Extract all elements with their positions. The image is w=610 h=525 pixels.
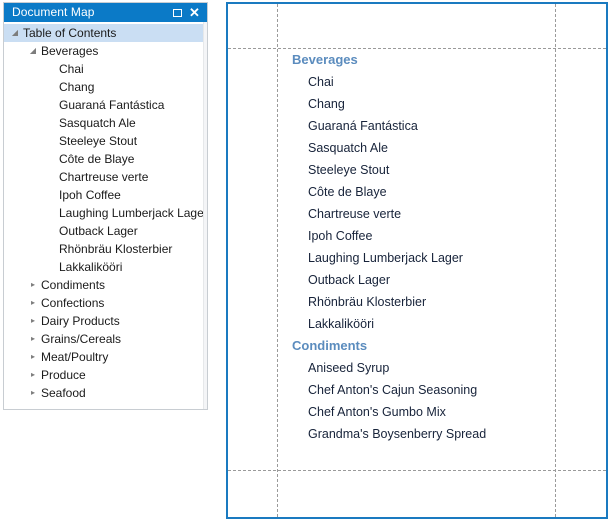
tree-item-label: Dairy Products: [41, 312, 120, 330]
tree-item[interactable]: ▸Condiments: [4, 276, 207, 294]
tree-item[interactable]: Ipoh Coffee: [4, 186, 207, 204]
tree-item-label: Seafood: [41, 384, 86, 402]
tree-item-label: Produce: [41, 366, 86, 384]
tree-item[interactable]: ▸Dairy Products: [4, 312, 207, 330]
expander-collapsed-icon[interactable]: ▸: [25, 299, 41, 307]
tree-item-label: Rhönbräu Klosterbier: [59, 240, 172, 258]
tree-item[interactable]: Steeleye Stout: [4, 132, 207, 150]
document-map-tree-container[interactable]: ◢Table of Contents◢BeveragesChaiChangGua…: [4, 22, 207, 409]
tree-item-label: Sasquatch Ale: [59, 114, 136, 132]
tree-item[interactable]: Lakkalikööri: [4, 258, 207, 276]
tree-item-label: Lakkalikööri: [59, 258, 122, 276]
expander-expanded-icon[interactable]: ◢: [25, 47, 41, 55]
report-category-heading[interactable]: Beverages: [278, 49, 606, 71]
report-preview-panel[interactable]: BeveragesChaiChangGuaraná FantásticaSasq…: [226, 2, 608, 519]
report-body: BeveragesChaiChangGuaraná FantásticaSasq…: [278, 49, 606, 517]
tree-item-label: Ipoh Coffee: [59, 186, 121, 204]
document-map-titlebar: Document Map ✕: [4, 3, 207, 22]
report-category-heading[interactable]: Condiments: [278, 335, 606, 357]
tree-item-label: Chai: [59, 60, 84, 78]
maximize-button[interactable]: [169, 4, 186, 21]
tree-item[interactable]: ◢Table of Contents: [4, 24, 207, 42]
tree-item[interactable]: Outback Lager: [4, 222, 207, 240]
close-button[interactable]: ✕: [186, 4, 203, 21]
tree-item[interactable]: Côte de Blaye: [4, 150, 207, 168]
tree-item[interactable]: Sasquatch Ale: [4, 114, 207, 132]
report-product-row[interactable]: Chef Anton's Gumbo Mix: [278, 401, 606, 423]
tree-item[interactable]: Chartreuse verte: [4, 168, 207, 186]
report-product-row[interactable]: Côte de Blaye: [278, 181, 606, 203]
expander-collapsed-icon[interactable]: ▸: [25, 389, 41, 397]
tree-item-label: Beverages: [41, 42, 98, 60]
tree-item-label: Table of Contents: [23, 24, 116, 42]
tree-item[interactable]: ▸Seafood: [4, 384, 207, 402]
expander-collapsed-icon[interactable]: ▸: [25, 335, 41, 343]
report-product-row[interactable]: Chartreuse verte: [278, 203, 606, 225]
tree-item-label: Guaraná Fantástica: [59, 96, 164, 114]
tree-item-label: Chang: [59, 78, 94, 96]
tree-item[interactable]: Rhönbräu Klosterbier: [4, 240, 207, 258]
expander-collapsed-icon[interactable]: ▸: [25, 371, 41, 379]
report-product-row[interactable]: Laughing Lumberjack Lager: [278, 247, 606, 269]
report-product-row[interactable]: Steeleye Stout: [278, 159, 606, 181]
tree-item[interactable]: ▸Meat/Poultry: [4, 348, 207, 366]
maximize-icon: [173, 9, 182, 17]
tree-item-label: Condiments: [41, 276, 105, 294]
tree-item[interactable]: Chang: [4, 78, 207, 96]
tree-item-label: Grains/Cereals: [41, 330, 121, 348]
tree-item[interactable]: Laughing Lumberjack Lager: [4, 204, 207, 222]
tree-item[interactable]: ▸Grains/Cereals: [4, 330, 207, 348]
report-product-row[interactable]: Guaraná Fantástica: [278, 115, 606, 137]
tree-item[interactable]: ▸Produce: [4, 366, 207, 384]
tree-item-label: Outback Lager: [59, 222, 138, 240]
tree-item-label: Chartreuse verte: [59, 168, 148, 186]
report-product-row[interactable]: Chang: [278, 93, 606, 115]
close-icon: ✕: [189, 6, 200, 19]
expander-collapsed-icon[interactable]: ▸: [25, 317, 41, 325]
tree-item-label: Confections: [41, 294, 104, 312]
tree-item[interactable]: Chai: [4, 60, 207, 78]
tree-item-label: Steeleye Stout: [59, 132, 137, 150]
tree-item[interactable]: ▸Confections: [4, 294, 207, 312]
report-product-row[interactable]: Sasquatch Ale: [278, 137, 606, 159]
document-map-tree: ◢Table of Contents◢BeveragesChaiChangGua…: [4, 22, 207, 402]
expander-collapsed-icon[interactable]: ▸: [25, 281, 41, 289]
vertical-scrollbar[interactable]: [203, 22, 207, 409]
report-product-row[interactable]: Outback Lager: [278, 269, 606, 291]
tree-item-label: Côte de Blaye: [59, 150, 134, 168]
report-product-row[interactable]: Ipoh Coffee: [278, 225, 606, 247]
report-product-row[interactable]: Chef Anton's Cajun Seasoning: [278, 379, 606, 401]
tree-item[interactable]: ◢Beverages: [4, 42, 207, 60]
report-product-row[interactable]: Grandma's Boysenberry Spread: [278, 423, 606, 445]
tree-item-label: Laughing Lumberjack Lager: [59, 204, 207, 222]
report-product-row[interactable]: Chai: [278, 71, 606, 93]
tree-item[interactable]: Guaraná Fantástica: [4, 96, 207, 114]
panel-title: Document Map: [12, 3, 169, 22]
report-product-row[interactable]: Lakkalikööri: [278, 313, 606, 335]
expander-expanded-icon[interactable]: ◢: [7, 29, 23, 37]
tree-item-label: Meat/Poultry: [41, 348, 108, 366]
report-product-row[interactable]: Aniseed Syrup: [278, 357, 606, 379]
report-product-row[interactable]: Rhönbräu Klosterbier: [278, 291, 606, 313]
expander-collapsed-icon[interactable]: ▸: [25, 353, 41, 361]
document-map-panel: Document Map ✕ ◢Table of Contents◢Bevera…: [3, 2, 208, 410]
